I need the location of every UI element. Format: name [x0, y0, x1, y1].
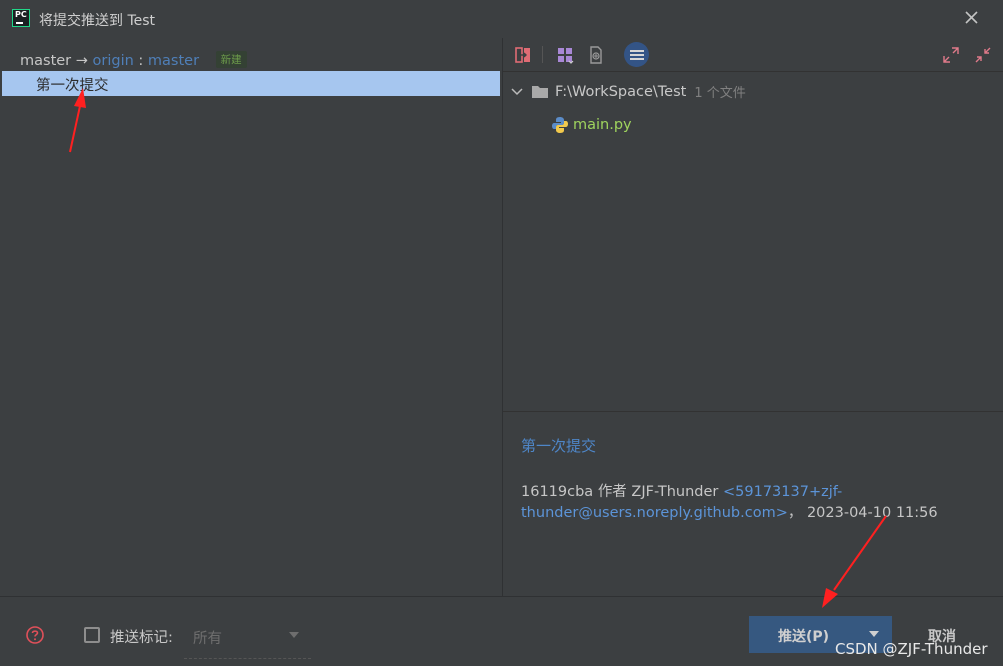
- group-by-button[interactable]: [552, 42, 577, 67]
- local-branch: master: [20, 53, 72, 69]
- chevron-down-icon: [289, 632, 299, 638]
- push-tags-value: 所有: [193, 631, 222, 647]
- group-by-icon: [557, 47, 573, 64]
- window-title: 将提交推送到 Test: [39, 13, 156, 29]
- collapse-all-button[interactable]: [970, 42, 995, 67]
- bottom-separator: [0, 596, 1003, 597]
- close-button[interactable]: [962, 8, 982, 28]
- chevron-down-icon[interactable]: [511, 86, 523, 98]
- commit-message: 第一次提交: [36, 78, 109, 94]
- compare-button[interactable]: [510, 42, 535, 67]
- changed-files-tree: F:\WorkSpace\Test 1 个文件 main.py: [503, 72, 1003, 412]
- push-button-label: 推送(P): [778, 629, 830, 645]
- python-file-icon: [552, 117, 568, 133]
- author-prefix: 作者: [597, 484, 627, 500]
- collapse-all-icon: [975, 47, 990, 62]
- compare-icon: [514, 46, 530, 63]
- push-tags-select[interactable]: 所有: [184, 620, 311, 659]
- new-branch-badge: 新建: [215, 51, 247, 68]
- folder-file-count: 1 个文件: [694, 86, 746, 101]
- close-icon: [965, 11, 978, 24]
- commit-date: 2023-04-10 11:56: [806, 505, 938, 521]
- folder-icon: [532, 85, 548, 98]
- push-arrow: →: [75, 53, 88, 69]
- folder-node[interactable]: F:\WorkSpace\Test 1 个文件: [511, 82, 746, 101]
- list-view-icon: [629, 49, 644, 60]
- branch-mapping-row: master → origin : master 新建: [20, 51, 247, 69]
- help-icon: [26, 626, 44, 644]
- file-node[interactable]: main.py: [551, 116, 632, 134]
- remote-branch[interactable]: master: [148, 53, 199, 69]
- expand-all-icon: [942, 46, 959, 63]
- expand-patch-icon: [589, 45, 602, 64]
- remote-name[interactable]: origin: [93, 53, 134, 69]
- commit-hash[interactable]: 16119cba: [521, 484, 593, 500]
- push-tags-label: 推送标记:: [110, 630, 173, 646]
- push-tags-checkbox[interactable]: [84, 627, 100, 643]
- remote-colon: :: [138, 53, 144, 69]
- commit-list-panel: master → origin : master 新建 第一次提交: [2, 38, 502, 596]
- list-view-button[interactable]: [624, 42, 649, 67]
- commit-details-panel: 第一次提交 16119cba 作者 ZJF-Thunder <59173137+…: [503, 412, 1003, 596]
- pycharm-logo-icon: PC: [12, 9, 30, 27]
- commit-author: ZJF-Thunder: [631, 484, 719, 500]
- expand-all-button[interactable]: [938, 42, 963, 67]
- commit-meta: 16119cba 作者 ZJF-Thunder <59173137+zjf-th…: [521, 482, 971, 524]
- commit-subject: 第一次提交: [521, 437, 597, 455]
- expand-patch-button[interactable]: [583, 42, 608, 67]
- date-separator: ，: [787, 505, 803, 521]
- csdn-watermark: CSDN @ZJF-Thunder: [835, 640, 988, 658]
- folder-path: F:\WorkSpace\Test: [555, 83, 687, 100]
- changes-toolbar: [503, 38, 1003, 72]
- app-icon-text: PC: [15, 10, 27, 19]
- help-button[interactable]: [25, 625, 45, 645]
- commit-list-item[interactable]: 第一次提交: [2, 71, 500, 96]
- push-dropdown-icon[interactable]: [868, 630, 880, 638]
- file-name: main.py: [573, 117, 632, 133]
